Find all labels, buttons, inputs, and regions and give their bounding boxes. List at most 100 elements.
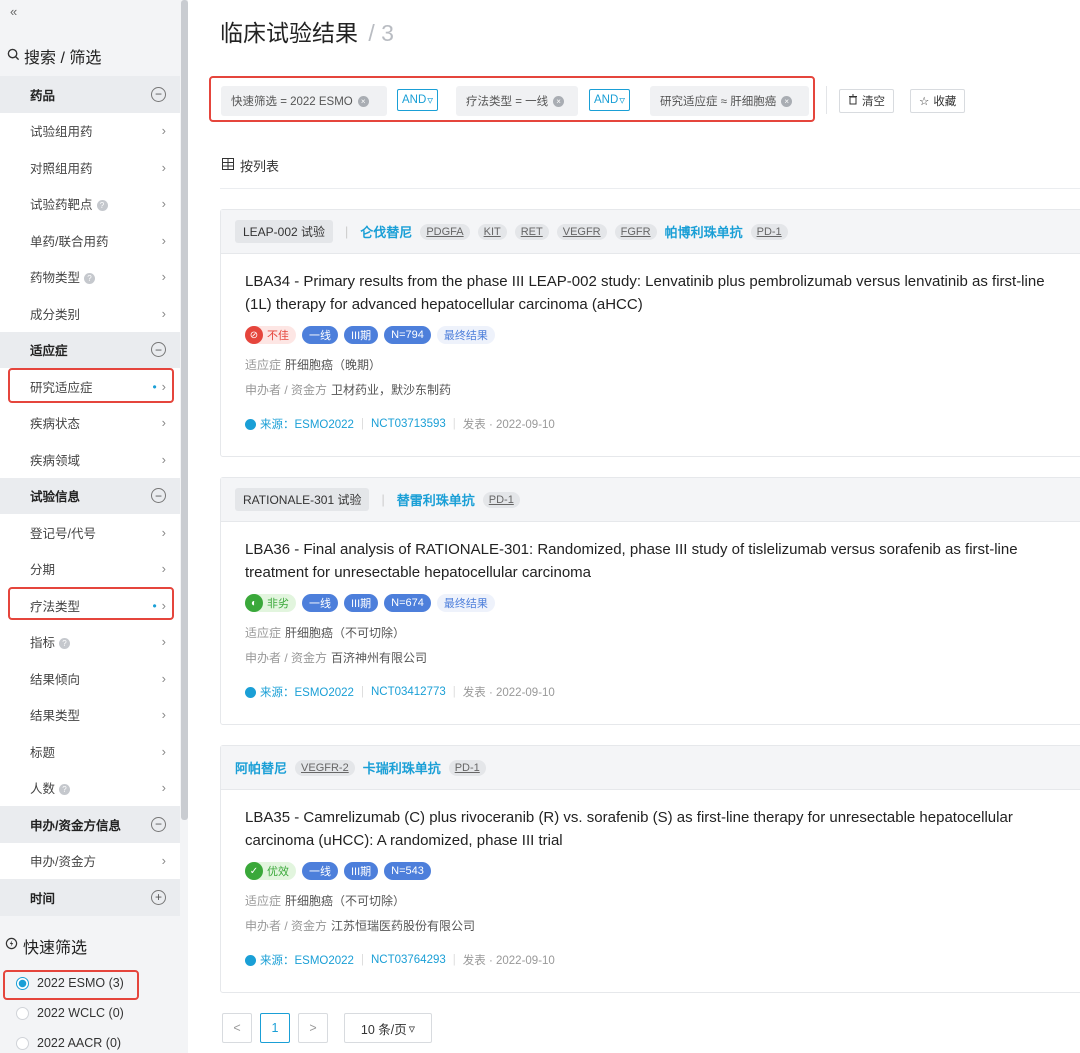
- sidebar-row-label: 试验信息: [30, 490, 81, 505]
- nct-link[interactable]: NCT03764293: [371, 954, 446, 966]
- prev-page-button[interactable]: <: [222, 1013, 252, 1043]
- target-tag[interactable]: PD-1: [448, 759, 486, 776]
- nct-link[interactable]: NCT03412773: [371, 686, 446, 698]
- collapse-icon[interactable]: −: [151, 86, 166, 102]
- clear-button[interactable]: 清空: [839, 89, 894, 113]
- sidebar-item-10[interactable]: 疾病领域 ›: [0, 441, 180, 478]
- sidebar-item-17[interactable]: 结果类型 ›: [0, 696, 180, 733]
- target-tag[interactable]: VEGFR: [556, 223, 607, 240]
- source-row: 来源：ESMO2022 | NCT03713593 | 发表 · 2022-09-10: [245, 416, 1065, 432]
- sidebar-item-4[interactable]: 单药/联合用药 ›: [0, 222, 180, 259]
- sidebar-item-2[interactable]: 对照组用药 ›: [0, 149, 180, 186]
- result-card[interactable]: LEAP-002 试验 | 仑伐替尼 PDGFA KIT RET VEGFR FGFR 帕博利珠…: [220, 209, 1080, 457]
- target-tag[interactable]: PD-1: [750, 223, 788, 240]
- remove-chip-icon[interactable]: ×: [781, 95, 793, 107]
- sidebar-item-19[interactable]: 人数? ›: [0, 769, 180, 806]
- collapse-sidebar-icon[interactable]: «: [10, 4, 17, 19]
- help-icon[interactable]: ?: [59, 784, 71, 796]
- target-tag[interactable]: PDGFA: [420, 223, 470, 240]
- radio-icon[interactable]: [16, 1036, 29, 1050]
- drug-link[interactable]: 卡瑞利珠单抗: [363, 758, 441, 777]
- quick-option-1[interactable]: 2022 WCLC (0): [16, 1006, 124, 1020]
- sidebar-item-21[interactable]: 申办/资金方 ›: [0, 842, 180, 879]
- help-icon[interactable]: ?: [59, 638, 71, 650]
- chevron-right-icon: ›: [161, 670, 166, 686]
- drug-link[interactable]: 阿帕替尼: [235, 758, 287, 777]
- collapse-icon[interactable]: −: [151, 342, 166, 358]
- sidebar-item-5[interactable]: 药物类型? ›: [0, 258, 180, 295]
- result-icon: ✓: [245, 862, 263, 880]
- sidebar-item-16[interactable]: 结果倾向 ›: [0, 660, 180, 697]
- drug-link[interactable]: 替雷利珠单抗: [397, 490, 475, 509]
- sidebar-item-1[interactable]: 试验组用药 ›: [0, 112, 180, 149]
- source-link[interactable]: 来源：ESMO2022: [260, 684, 354, 700]
- sidebar-item-6[interactable]: 成分类别 ›: [0, 295, 180, 332]
- collapse-icon[interactable]: −: [151, 488, 166, 504]
- save-favorite-button[interactable]: ☆ 收藏: [910, 89, 966, 113]
- chevron-right-icon: ›: [161, 707, 166, 723]
- quick-option-2[interactable]: 2022 AACR (0): [16, 1036, 121, 1050]
- sidebar-item-18[interactable]: 标题 ›: [0, 733, 180, 770]
- sidebar-item-9[interactable]: 疾病状态 ›: [0, 404, 180, 441]
- result-card[interactable]: 阿帕替尼 VEGFR-2 卡瑞利珠单抗 PD-1 LBA35 - Camrelizuma…: [220, 745, 1080, 993]
- sidebar-row-label: 试验组用药: [30, 125, 93, 140]
- help-icon[interactable]: ?: [84, 273, 96, 285]
- and-operator-1[interactable]: AND ▿: [397, 89, 439, 111]
- expand-icon[interactable]: +: [151, 889, 166, 905]
- highlight-therapy-type: [8, 587, 174, 620]
- drug-link[interactable]: 帕博利珠单抗: [665, 222, 743, 241]
- filter-chip-quick[interactable]: 快速筛选 = 2022 ESMO ×: [221, 86, 387, 116]
- target-tag[interactable]: KIT: [477, 223, 507, 240]
- page-1-button[interactable]: 1: [260, 1013, 290, 1043]
- target-tag[interactable]: FGFR: [614, 223, 657, 240]
- target-tag[interactable]: VEGFR-2: [295, 759, 355, 776]
- tag-badge: III期: [344, 594, 379, 612]
- trial-tag[interactable]: LEAP-002 试验: [235, 220, 334, 243]
- filter-chip-therapy[interactable]: 疗法类型 = 一线 ×: [456, 86, 578, 116]
- sidebar-row-label: 申办/资金方信息: [30, 818, 121, 833]
- sidebar-group-11[interactable]: 试验信息 −: [0, 477, 180, 514]
- trial-tag[interactable]: RATIONALE-301 试验: [235, 488, 370, 511]
- tag-badge: N=543: [384, 862, 431, 880]
- radio-icon[interactable]: [16, 976, 29, 990]
- target-tag[interactable]: PD-1: [482, 491, 520, 508]
- quick-option-0[interactable]: 2022 ESMO (3): [16, 976, 124, 990]
- sidebar: « 搜索 / 筛选 药品 − 试验组用药 › 对照组用药 › 试验药靶点? › 单药/联合用药 ›…: [0, 0, 188, 1053]
- chevron-right-icon: ›: [161, 415, 166, 431]
- source-icon: [245, 418, 256, 430]
- sidebar-item-12[interactable]: 登记号/代号 ›: [0, 514, 180, 551]
- sidebar-group-0[interactable]: 药品 −: [0, 76, 180, 113]
- sidebar-group-7[interactable]: 适应症 −: [0, 331, 180, 368]
- indication-row: 适应症 肝细胞癌（不可切除）: [245, 894, 406, 908]
- filter-chip-indication[interactable]: 研究适应症 ≈ 肝细胞癌 ×: [650, 86, 809, 116]
- view-list-toggle[interactable]: 按列表: [222, 156, 279, 175]
- sidebar-item-3[interactable]: 试验药靶点? ›: [0, 185, 180, 222]
- nct-link[interactable]: NCT03713593: [371, 418, 446, 430]
- sidebar-row-label: 登记号/代号: [30, 526, 96, 541]
- collapse-icon[interactable]: −: [151, 816, 166, 832]
- sidebar-item-15[interactable]: 指标? ›: [0, 623, 180, 660]
- sidebar-row-label: 疾病领域: [30, 453, 81, 468]
- chevron-right-icon: ›: [161, 561, 166, 577]
- sidebar-group-22[interactable]: 时间 +: [0, 879, 180, 916]
- sidebar-item-13[interactable]: 分期 ›: [0, 550, 180, 587]
- page-size-select[interactable]: 10 条/页 ▿: [344, 1013, 432, 1043]
- source-link[interactable]: 来源：ESMO2022: [260, 416, 354, 432]
- source-link[interactable]: 来源：ESMO2022: [260, 952, 354, 968]
- sidebar-scrollbar[interactable]: [181, 0, 188, 820]
- remove-chip-icon[interactable]: ×: [357, 95, 369, 107]
- remove-chip-icon[interactable]: ×: [553, 95, 565, 107]
- card-title[interactable]: LBA34 - Primary results from the phase I…: [245, 270, 1065, 316]
- sidebar-group-20[interactable]: 申办/资金方信息 −: [0, 806, 180, 843]
- sidebar-row-label: 时间: [30, 891, 56, 906]
- result-card[interactable]: RATIONALE-301 试验 | 替雷利珠单抗 PD-1 LBA36 - Final…: [220, 477, 1080, 725]
- and-operator-2[interactable]: AND ▿: [589, 89, 631, 111]
- drug-link[interactable]: 仑伐替尼: [360, 222, 412, 241]
- next-page-button[interactable]: >: [298, 1013, 328, 1043]
- help-icon[interactable]: ?: [96, 200, 108, 212]
- card-title[interactable]: LBA35 - Camrelizumab (C) plus rivocerani…: [245, 806, 1065, 852]
- sidebar-row-label: 疾病状态: [30, 417, 81, 432]
- radio-icon[interactable]: [16, 1006, 29, 1020]
- target-tag[interactable]: RET: [514, 223, 549, 240]
- card-title[interactable]: LBA36 - Final analysis of RATIONALE-301:…: [245, 538, 1065, 584]
